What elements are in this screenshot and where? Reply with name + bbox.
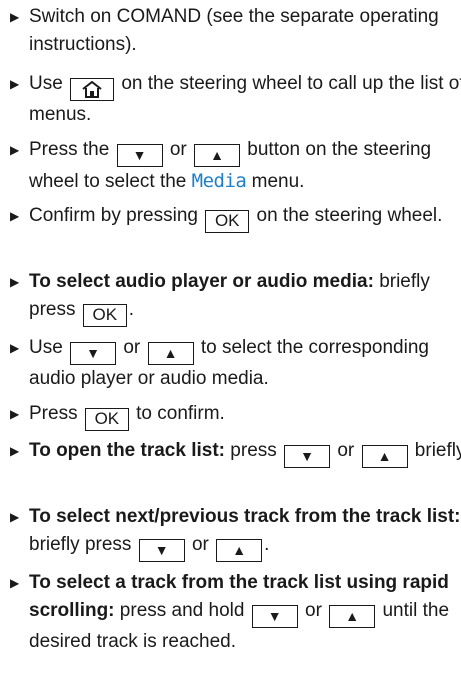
media-menu-label: Media bbox=[191, 170, 247, 192]
step-next-previous-track: To select next/previous track from the t… bbox=[10, 503, 461, 562]
down-key: ▼ bbox=[70, 342, 117, 365]
step-switch-on: Switch on COMAND (see the separate opera… bbox=[10, 3, 461, 59]
up-key: ▲ bbox=[194, 144, 241, 167]
home-key bbox=[70, 78, 115, 101]
up-key: ▲ bbox=[361, 445, 408, 468]
step-rapid-scrolling: To select a track from the track list us… bbox=[10, 569, 461, 656]
ok-key: OK bbox=[205, 210, 250, 233]
ok-key: OK bbox=[82, 304, 127, 327]
up-key: ▲ bbox=[329, 605, 376, 628]
down-key: ▼ bbox=[116, 144, 163, 167]
step-call-menu-list: Use on the steering wheel to call up the… bbox=[10, 70, 461, 129]
down-key: ▼ bbox=[284, 445, 331, 468]
step-open-track-list: To open the track list: press ▼ or ▲ bri… bbox=[10, 437, 461, 468]
step-confirm: Confirm by pressing OK on the steering w… bbox=[10, 202, 461, 233]
step-select-audio-player: To select audio player or audio media: b… bbox=[10, 268, 461, 327]
step-select-corresponding: Use ▼ or ▲ to select the corresponding a… bbox=[10, 334, 461, 393]
down-key: ▼ bbox=[138, 539, 185, 562]
instruction-page: Switch on COMAND (see the separate opera… bbox=[0, 0, 461, 684]
home-icon bbox=[82, 80, 102, 99]
step-press-ok-confirm: Press OK to confirm. bbox=[10, 400, 461, 431]
up-key: ▲ bbox=[216, 539, 263, 562]
down-key: ▼ bbox=[251, 605, 298, 628]
up-key: ▲ bbox=[147, 342, 194, 365]
step-select-media: Press the ▼ or ▲ button on the steering … bbox=[10, 136, 461, 196]
ok-key: OK bbox=[84, 408, 129, 431]
